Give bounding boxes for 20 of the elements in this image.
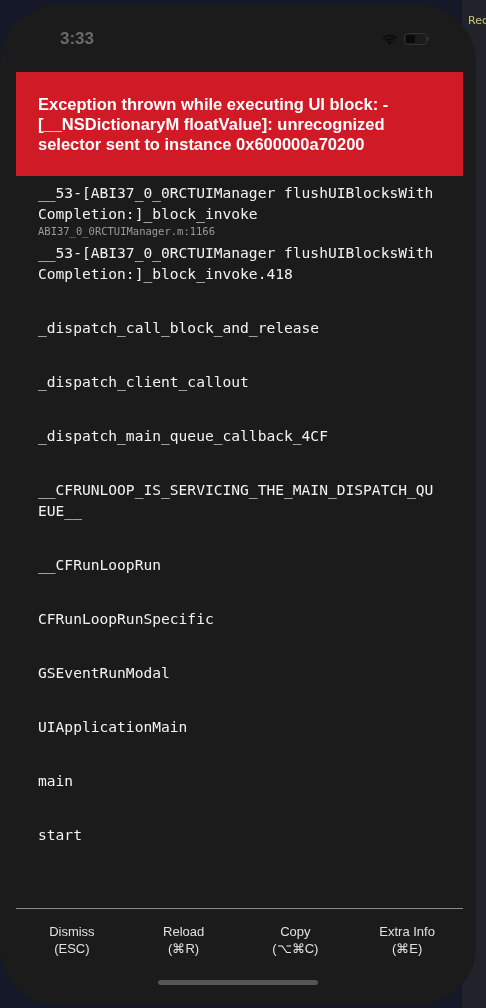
stack-frame-method[interactable]: GSEventRunModal <box>38 662 170 683</box>
footer-button[interactable]: Extra Info (⌘E) <box>379 923 435 957</box>
footer-button[interactable]: Reload (⌘R) <box>163 923 205 957</box>
stack-frame-method[interactable]: _dispatch_main_queue_callback_4CF <box>38 425 328 446</box>
stack-frame-file: ABI37_0_0RCTUIManager.m:1166 <box>38 224 215 239</box>
stack-frame-method[interactable]: CFRunLoopRunSpecific <box>38 608 214 629</box>
stack-frame-method[interactable]: UIApplicationMain <box>38 716 188 737</box>
status-time: 3:33 <box>60 28 95 49</box>
stack-frame-method[interactable]: _dispatch_client_callout <box>38 371 249 392</box>
stack-frame-method[interactable]: __53-[ABI37_0_0RCTUIManager flushUIBlocksWithCompletion:]_block_invoke.418 <box>38 242 438 284</box>
footer-button[interactable]: Copy (⌥⌘C) <box>272 923 319 957</box>
error-message: Exception thrown while executing UI block: -[__NSDictionaryM floatValue]: unrecognized selector sent to instance 0x600000a70200 <box>38 94 390 154</box>
stack-frame-method[interactable]: __CFRUNLOOP_IS_SERVICING_THE_MAIN_DISPATCH_QUEUE__ <box>38 479 438 521</box>
battery-icon <box>404 32 430 45</box>
footer-button[interactable]: Dismiss (ESC) <box>49 923 95 957</box>
stack-frame-method[interactable]: _dispatch_call_block_and_release <box>38 317 320 338</box>
stack-frame-method[interactable]: start <box>38 824 82 845</box>
stack-frame-method[interactable]: __CFRunLoopRun <box>38 554 161 575</box>
stack-frame-method[interactable]: main <box>38 770 74 791</box>
stack-frame-method[interactable]: __53-[ABI37_0_0RCTUIManager flushUIBlocksWithCompletion:]_block_invoke <box>38 182 438 224</box>
